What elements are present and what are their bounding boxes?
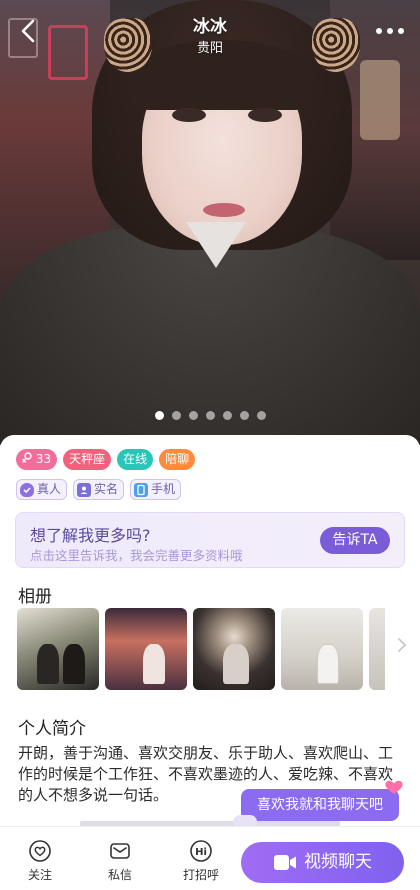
real-person-badge: 真人 (16, 479, 68, 500)
complete-profile-banner[interactable]: 想了解我更多吗? 点击这里告诉我，我会完善更多资料哦 告诉TA (15, 512, 405, 568)
service-tag: 陪聊 (159, 449, 196, 470)
pager-dot[interactable] (188, 411, 198, 420)
album-photo[interactable] (369, 608, 385, 690)
female-icon (22, 452, 32, 463)
banner-title: 想了解我更多吗? (30, 526, 151, 545)
profile-photo[interactable]: 冰冰 贵阳 (0, 0, 420, 445)
greet-button[interactable]: Hi 打招呼 (173, 839, 229, 883)
id-card-icon (77, 482, 92, 497)
bottom-action-bar: 关注 私信 Hi 打招呼 视频聊天 (0, 826, 420, 890)
bio-title: 个人简介 (18, 719, 86, 739)
more-options-icon[interactable] (372, 20, 408, 40)
profile-card: 33 天秤座 在线 陪聊 真人 实名 手机 想了解我更多吗? 点击这里告诉我，我… (0, 435, 420, 890)
follow-button[interactable]: 关注 (12, 839, 68, 883)
pager-dot[interactable] (205, 411, 215, 420)
svg-text:Hi: Hi (195, 847, 207, 858)
hi-bubble-icon: Hi (190, 840, 212, 862)
pager-dot[interactable] (171, 411, 181, 420)
heart-outline-icon (29, 840, 51, 862)
album-photo[interactable] (105, 608, 187, 690)
pager-dot[interactable] (154, 411, 164, 420)
age-tag: 33 (16, 449, 58, 470)
city-label: 贵阳 (196, 41, 223, 56)
album-photo[interactable] (193, 608, 275, 690)
profile-page: 冰冰 贵阳 33 天秤座 在线 陪聊 真人 实名 手机 想了解我更多吗? 点击这… (0, 0, 420, 890)
pager-dot[interactable] (222, 411, 232, 420)
pager-dot[interactable] (239, 411, 249, 420)
photo-pager (0, 411, 420, 420)
real-name-badge: 实名 (73, 479, 125, 500)
verification-row: 真人 实名 手机 (16, 479, 182, 500)
top-bar: 冰冰 贵阳 (0, 0, 420, 64)
nickname: 冰冰 (193, 17, 227, 37)
chevron-right-icon[interactable] (394, 634, 410, 656)
album-photo[interactable] (17, 608, 99, 690)
video-camera-icon (274, 855, 296, 870)
album-strip (17, 608, 407, 692)
video-call-button[interactable]: 视频聊天 (241, 842, 404, 883)
message-button[interactable]: 私信 (92, 839, 148, 883)
phone-icon (134, 482, 149, 497)
heart-icon (385, 780, 403, 794)
album-title: 相册 (18, 587, 52, 607)
online-tag: 在线 (117, 449, 154, 470)
tag-row: 33 天秤座 在线 陪聊 (16, 449, 196, 470)
shield-check-icon (20, 482, 34, 497)
zodiac-tag: 天秤座 (63, 449, 112, 470)
tell-ta-button[interactable]: 告诉TA (320, 527, 390, 554)
chat-prompt-bubble[interactable]: 喜欢我就和我聊天吧 (233, 780, 403, 829)
album-photo[interactable] (281, 608, 363, 690)
banner-subtitle: 点击这里告诉我，我会完善更多资料哦 (30, 548, 243, 563)
phone-badge: 手机 (130, 479, 182, 500)
pager-dot[interactable] (256, 411, 266, 420)
envelope-icon (110, 843, 130, 859)
